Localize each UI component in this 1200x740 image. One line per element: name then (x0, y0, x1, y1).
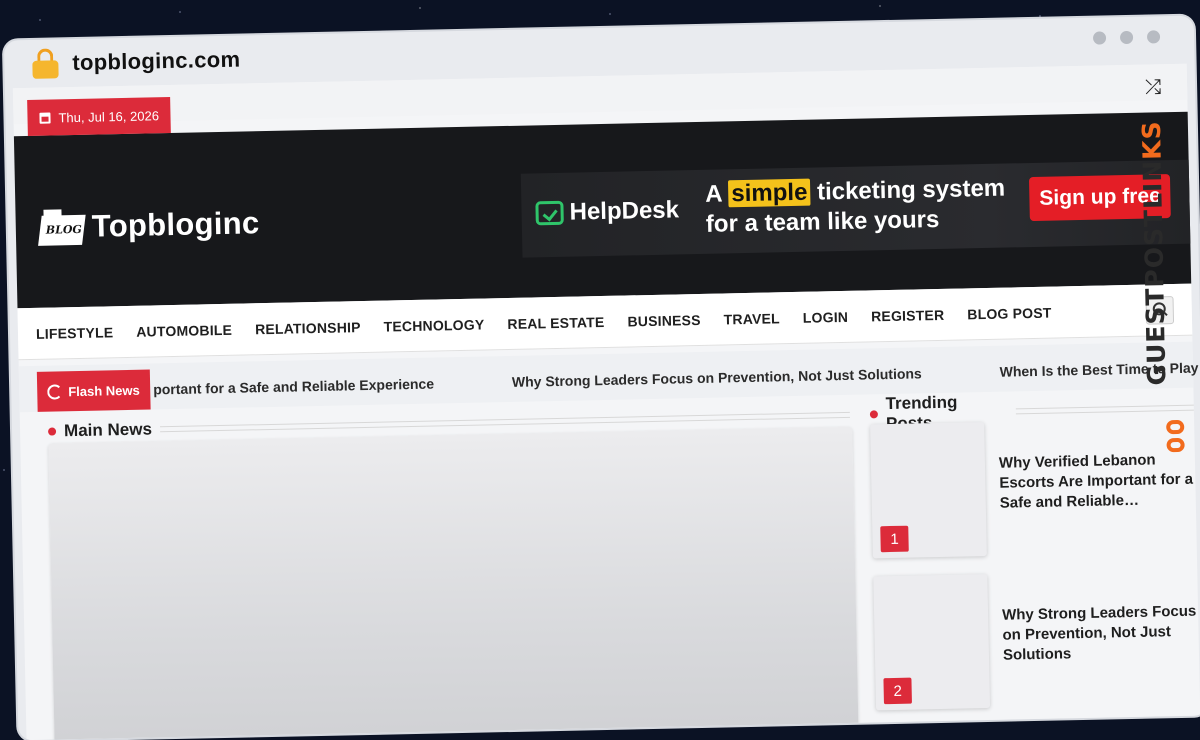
flash-news-label: Flash News (36, 369, 151, 412)
guestpostlinks-watermark: GUESTPOSTLINKS (1137, 118, 1194, 453)
blog-folder-icon: BLOG (38, 209, 86, 246)
nav-item-register[interactable]: REGISTER (871, 306, 944, 324)
window-dot-icon[interactable] (1146, 30, 1161, 44)
nav-item-travel[interactable]: TRAVEL (723, 310, 779, 327)
nav-item-automobile[interactable]: AUTOMOBILE (136, 321, 232, 339)
nav-item-blog-post[interactable]: BLOG POST (967, 304, 1052, 322)
nav-item-login[interactable]: LOGIN (803, 308, 849, 325)
screenshot-frame: topbloginc.com Thu, Jul 16, 2026 ⤮ BLOG … (0, 0, 1200, 740)
logo-badge-text: BLOG (45, 222, 83, 237)
trending-post-title[interactable]: Why Strong Leaders Focus on Prevention, … (1002, 602, 1200, 708)
ad-line2: for a team like yours (705, 205, 940, 238)
ticker-item[interactable]: Why Strong Leaders Focus on Prevention, … (512, 365, 922, 390)
refresh-icon (47, 383, 63, 400)
date-badge: Thu, Jul 16, 2026 (27, 97, 172, 137)
ad-line1-pre: A (704, 180, 722, 208)
shuffle-icon[interactable]: ⤮ (1145, 76, 1161, 99)
site-header: BLOG Topbloginc HelpDesk A simple ticket… (13, 111, 1192, 309)
calendar-icon (39, 112, 51, 124)
lock-icon (32, 48, 59, 79)
window-dot-icon[interactable] (1119, 30, 1134, 45)
main-news-title: Main News (63, 419, 153, 441)
watermark-text-main: GUESTPOSTLIN (1137, 159, 1172, 386)
ad-brand: HelpDesk (535, 196, 679, 227)
ad-line1-highlight: simple (728, 178, 811, 208)
ad-brand-name: HelpDesk (569, 196, 680, 226)
ticker-item[interactable]: portant for a Safe and Reliable Experien… (153, 376, 434, 398)
checkmark-icon (535, 200, 564, 226)
nav-item-relationship[interactable]: RELATIONSHIP (255, 319, 361, 337)
trending-post[interactable]: 1 Why Verified Lebanon Escorts Are Impor… (870, 418, 1197, 559)
nav-item-real-estate[interactable]: REAL ESTATE (507, 313, 604, 331)
watermark-text-accent: KS (1136, 120, 1167, 161)
ad-line1-post: ticketing system (816, 174, 1006, 206)
trending-post-title[interactable]: Why Verified Lebanon Escorts Are Importa… (999, 450, 1197, 556)
trending-post-thumbnail[interactable]: 2 (873, 574, 991, 711)
nav-item-business[interactable]: BUSINESS (627, 311, 701, 329)
bullet-dot-icon (47, 427, 57, 436)
bullet-dot-icon (869, 410, 878, 419)
flash-news-label-text: Flash News (68, 382, 140, 399)
window-dot-icon[interactable] (1092, 31, 1107, 45)
site-logo[interactable]: BLOG Topbloginc (38, 205, 260, 246)
window-controls (1092, 30, 1161, 45)
browser-window: topbloginc.com Thu, Jul 16, 2026 ⤮ BLOG … (3, 15, 1200, 740)
trending-post[interactable]: 2 Why Strong Leaders Focus on Prevention… (873, 570, 1200, 711)
web-page: Thu, Jul 16, 2026 ⤮ BLOG Topbloginc Help… (12, 63, 1200, 740)
ad-headline: A simple ticketing system for a team lik… (705, 174, 1006, 240)
site-name: Topbloginc (91, 205, 260, 244)
main-news-card[interactable] (48, 426, 859, 740)
trending-rank-badge: 1 (880, 525, 909, 553)
helpdesk-ad-banner[interactable]: HelpDesk A simple ticketing system for a… (520, 159, 1191, 258)
trending-post-thumbnail[interactable]: 1 (870, 422, 987, 559)
watermark-text: GUESTPOSTLINKS (1137, 120, 1172, 386)
chain-link-icon (1164, 419, 1187, 456)
date-text: Thu, Jul 16, 2026 (58, 107, 160, 125)
trending-rank-badge: 2 (883, 677, 912, 705)
nav-item-lifestyle[interactable]: LIFESTYLE (36, 324, 114, 342)
url-text: topbloginc.com (72, 46, 241, 76)
nav-item-technology[interactable]: TECHNOLOGY (383, 316, 484, 334)
